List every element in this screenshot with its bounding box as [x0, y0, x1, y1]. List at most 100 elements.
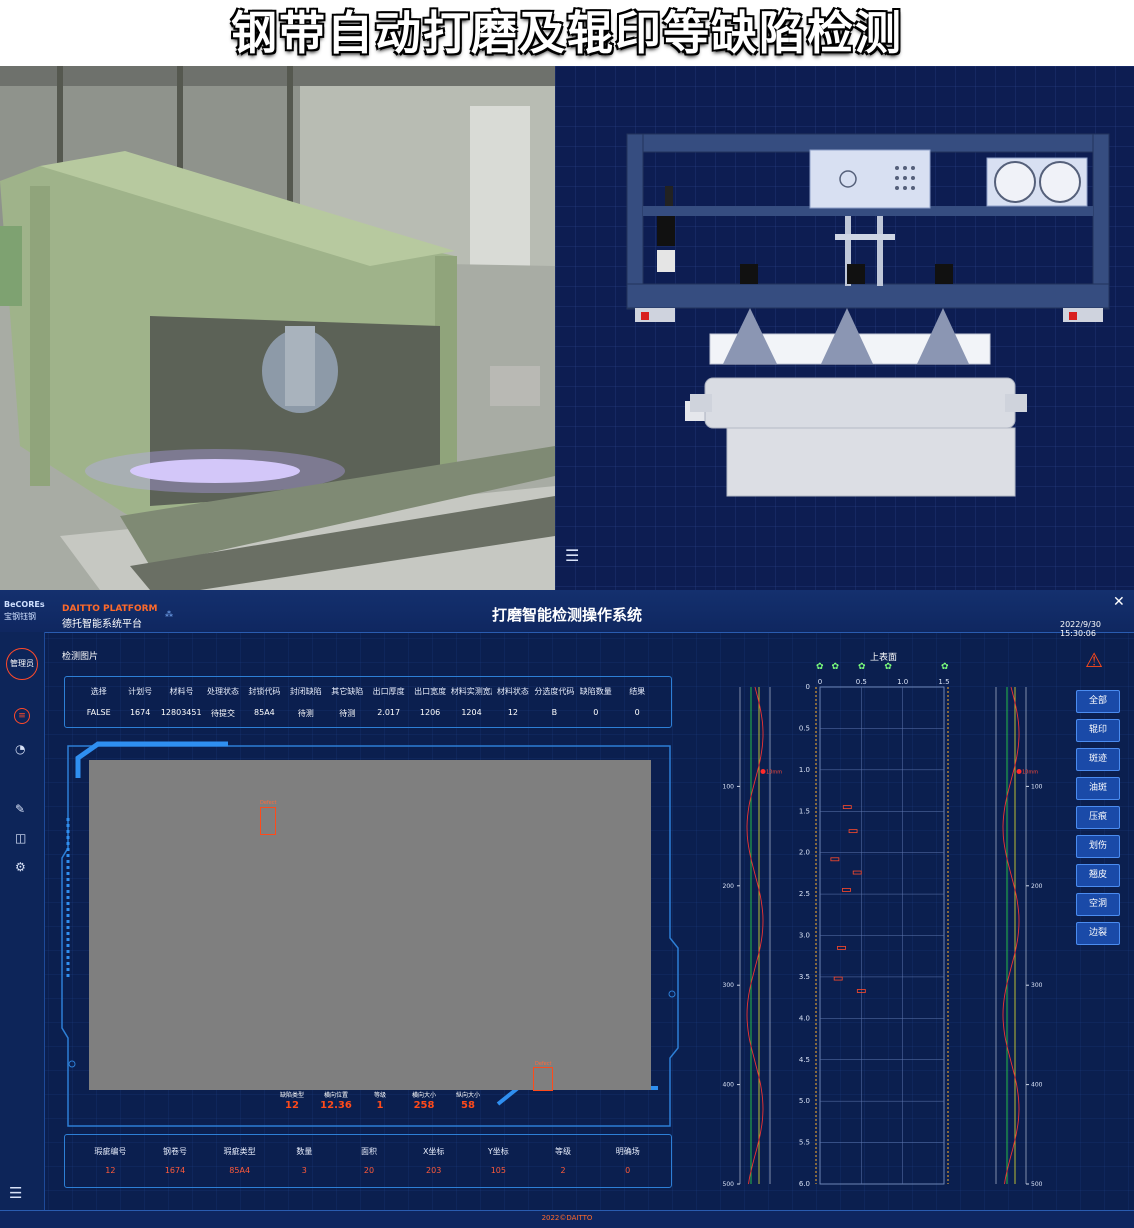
table-cell: FALSE	[86, 708, 111, 717]
table-header-cell: 材料实测宽度	[450, 687, 492, 696]
table-header-cell: 出口宽度	[414, 687, 447, 696]
filter-button[interactable]: 油斑	[1076, 777, 1120, 800]
table-cell: 12	[507, 708, 519, 717]
table-cell: 0	[634, 708, 640, 717]
table-header-cell: 分选度代码	[534, 687, 575, 696]
table-header-cell: 结果	[629, 687, 646, 696]
defect-info-label: 纵向大小	[455, 1092, 480, 1099]
table-cell: 2.017	[377, 708, 401, 717]
profile-curve	[746, 686, 764, 1185]
collapse-menu-icon[interactable]: ☰	[9, 1184, 22, 1202]
x-tick-label: 0	[818, 678, 822, 686]
table-header-cell: 缺陷数量	[579, 687, 612, 696]
y-tick-label: 0	[806, 683, 810, 691]
y-tick-label: 6.0	[799, 1180, 810, 1188]
defect-table-header: 瑕疵编号 钢卷号 瑕疵类型 数量 面积 X坐标 Y坐标 等级 明确场	[78, 1146, 660, 1158]
table-header-cell: 其它缺陷	[331, 687, 364, 696]
profile-tick-label: 300	[723, 982, 735, 989]
profile-tick-label: 500	[1031, 1181, 1043, 1188]
defect-info-value: 12.36	[320, 1100, 352, 1111]
defect-marker-box[interactable]	[260, 807, 276, 835]
defect-info-label: 横向大小	[411, 1092, 436, 1099]
table-row[interactable]: 12 1674 85A4 3 20 203 105 2 0	[78, 1166, 660, 1178]
table-cell: 3	[301, 1166, 307, 1175]
page-title: 钢带自动打磨及辊印等缺陷检测	[231, 6, 903, 60]
edit-icon[interactable]: ✎	[15, 802, 25, 816]
defect-point	[837, 946, 846, 950]
profile-tick-label: 400	[1031, 1082, 1043, 1089]
filter-button[interactable]: 边裂	[1076, 922, 1120, 945]
filter-button[interactable]: 斑迹	[1076, 748, 1120, 771]
window-icon[interactable]: ◫	[15, 831, 26, 845]
clock-icon[interactable]: ◔	[15, 742, 25, 756]
defect-point	[848, 829, 858, 834]
close-button[interactable]: ✕	[1113, 594, 1125, 610]
defect-marker-label: Defect	[535, 1061, 552, 1067]
y-tick-label: 0.5	[799, 724, 810, 732]
defect-info-value: 258	[413, 1100, 435, 1111]
table-cell: 1674	[164, 1166, 186, 1175]
filter-button[interactable]: 辊印	[1076, 719, 1120, 742]
table-cell: 待测	[339, 709, 356, 718]
defect-marker-box[interactable]	[533, 1067, 553, 1091]
filter-button[interactable]: 全部	[1076, 690, 1120, 713]
y-tick-label: 5.0	[799, 1097, 810, 1105]
datetime: 2022/9/30 15:30:06	[1060, 620, 1102, 638]
profile-tick-label: 100	[723, 783, 735, 790]
admin-avatar[interactable]: 管理员	[6, 648, 38, 680]
table-header-cell: 瑕疵编号	[94, 1147, 127, 1156]
y-tick-label: 1.5	[799, 807, 810, 815]
defect-table	[64, 1134, 672, 1188]
defect-point	[852, 870, 862, 875]
section-title: 检测图片	[62, 652, 99, 662]
filter-button[interactable]: 划伤	[1076, 835, 1120, 858]
profile-marker	[1016, 768, 1022, 774]
defect-info-value: 1	[376, 1100, 384, 1111]
y-tick-label: 5.5	[799, 1139, 810, 1147]
defect-info-label: 横向位置	[323, 1092, 348, 1099]
table-cell: B	[551, 708, 558, 717]
table-header-cell: Y坐标	[487, 1147, 509, 1156]
table-cell: 待测	[297, 709, 314, 718]
table-header-cell: 计划号	[128, 687, 153, 696]
table-cell: 2	[560, 1166, 566, 1175]
settings-icon[interactable]: ⚙	[15, 860, 26, 874]
material-table-header: 选择 计划号 材料号 处理状态封锁代码封闭缺陷其它缺陷出口厚度出口宽度材料实测宽度材料…	[78, 686, 658, 698]
copyright: 2022©DAITTO	[541, 1214, 593, 1222]
y-tick-label: 3.0	[799, 932, 810, 940]
table-cell: 85A4	[254, 708, 275, 717]
table-header-cell: 封闭缺陷	[289, 687, 322, 696]
profile-marker-label: 10mm	[766, 769, 782, 775]
filter-button[interactable]: 翘皮	[1076, 864, 1120, 887]
table-header-cell: 面积	[361, 1147, 378, 1156]
filter-button[interactable]: 压痕	[1076, 806, 1120, 829]
system-title: 打磨智能检测操作系统	[491, 606, 642, 624]
alarm-icon[interactable]: ⚠	[1085, 648, 1103, 672]
table-cell: 1674	[129, 708, 151, 717]
y-tick-label: 4.5	[799, 1056, 810, 1064]
table-header-cell: 瑕疵类型	[223, 1147, 256, 1156]
table-cell: 12	[105, 1166, 116, 1175]
defect-point	[833, 976, 843, 981]
status-indicator-icon: ✿	[941, 662, 949, 672]
y-tick-label: 1.0	[799, 766, 810, 774]
defect-info-label: 缺陷类型	[279, 1092, 304, 1099]
defect-info-value: 58	[461, 1100, 475, 1111]
table-header-cell: 出口厚度	[372, 687, 405, 696]
filter-button[interactable]: 空洞	[1076, 893, 1120, 916]
defect-chart: 0 0.5 1.0 1.5 0 0.5 1.0 1.5 2.0 2.5 3.0 3.5 4.0 4.5 5.…	[723, 678, 1043, 1188]
x-tick-label: 1.5	[938, 678, 949, 686]
machine-photo-illustration	[0, 66, 555, 590]
table-cell: 1280345150(	[160, 708, 202, 717]
x-tick-label: 1.0	[897, 678, 908, 686]
database-icon[interactable]: ≡	[14, 708, 30, 724]
menu-expand-icon[interactable]: ☰	[565, 546, 579, 565]
table-cell: 0	[593, 708, 599, 717]
table-cell: 1206	[419, 708, 441, 717]
table-cell: 85A4	[229, 1166, 251, 1175]
table-cell: 0	[625, 1166, 631, 1175]
schematic-drawing	[626, 133, 1110, 497]
machine-photo	[0, 66, 555, 590]
table-row[interactable]: FALSE 1674 1280345150(待提交 85A4 待测 待测 2.017 1206…	[78, 708, 658, 720]
table-header-cell: 明确场	[615, 1147, 640, 1156]
